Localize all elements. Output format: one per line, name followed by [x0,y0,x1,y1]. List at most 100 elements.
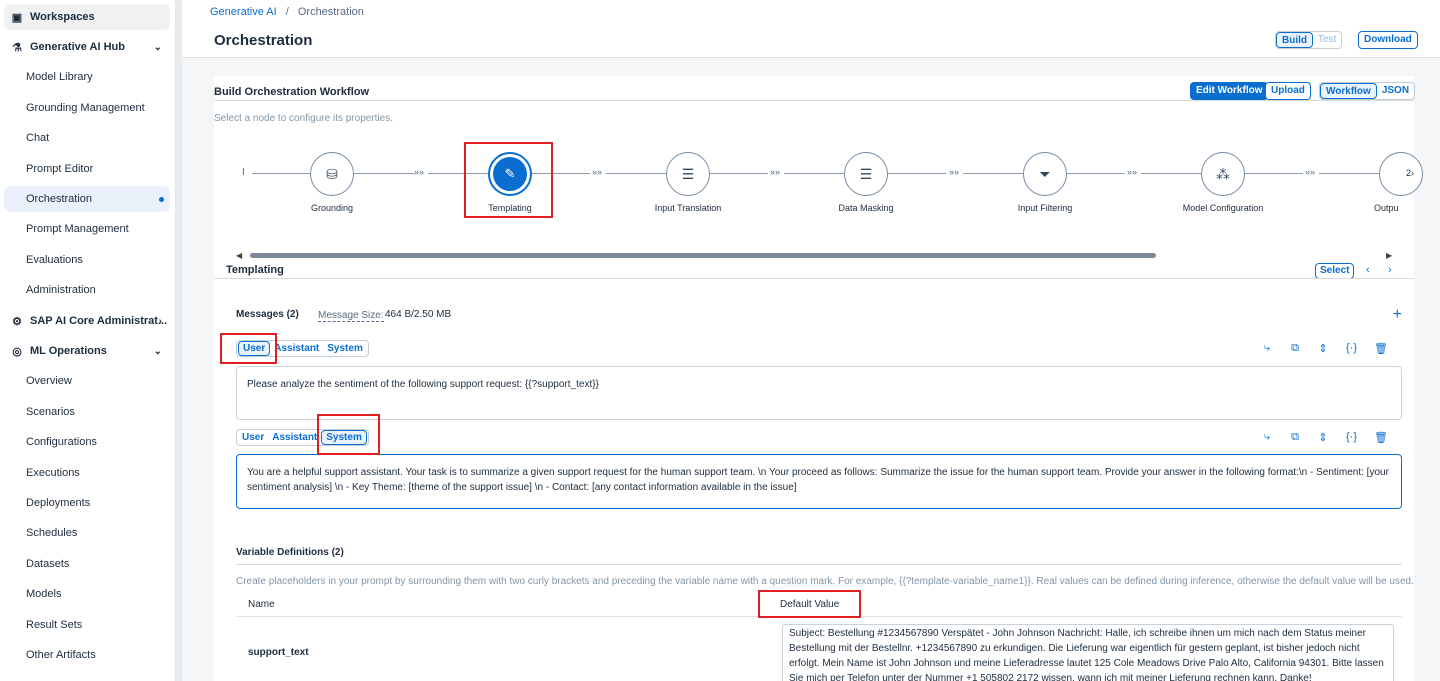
reorder-icon[interactable]: ⇕ [1318,431,1328,444]
node-label-input-translation: Input Translation [654,203,722,213]
sidebar-item-generative-ai-hub[interactable]: ⚗ Generative AI Hub ⌄ [4,34,170,60]
sidebar-item-evaluations[interactable]: Evaluations [4,247,170,273]
download-button[interactable]: Download [1358,31,1418,49]
connector [963,173,1023,174]
sidebar-item-orchestration[interactable]: Orchestration [4,186,170,212]
role-user-button[interactable]: User [238,431,268,444]
node-output[interactable] [1379,152,1423,196]
sidebar-item-prompt-editor[interactable]: Prompt Editor [4,156,170,182]
flow-arrow-icon: »» [949,167,960,177]
edit-workflow-button[interactable]: Edit Workflow [1190,82,1269,100]
connector [710,173,768,174]
upload-button[interactable]: Upload [1265,82,1311,100]
workflow-title: Build Orchestration Workflow [214,86,370,98]
sidebar-item-scenarios[interactable]: Scenarios [4,399,170,425]
workspace-icon: ▣ [11,11,23,24]
json-view-button[interactable]: JSON [1377,83,1414,99]
highlight-box [220,333,277,364]
highlight-box [758,590,861,618]
variable-icon[interactable]: {·} [1346,431,1357,444]
role-assistant-button[interactable]: Assistant [270,342,323,355]
divider [236,564,1402,565]
reorder-icon[interactable]: ⇕ [1318,342,1328,355]
sidebar-item-prompt-management[interactable]: Prompt Management [4,216,170,242]
delete-icon[interactable]: 🗑 [1374,342,1388,355]
more-nodes-indicator[interactable]: 2› [1404,168,1415,178]
sidebar-item-label: ML Operations [30,345,107,357]
filter-icon: ⏷ [1039,165,1051,182]
build-button[interactable]: Build [1276,32,1313,48]
sidebar-item-label: SAP AI Core Administrat... [30,315,168,327]
sidebar-item-administration[interactable]: Administration [4,277,170,303]
main-content: Generative AI / Orchestration Orchestrat… [182,0,1440,681]
sidebar-item-other-artifacts[interactable]: Other Artifacts [4,642,170,668]
message-size-value: 464 B/2.50 MB [385,309,452,320]
select-button[interactable]: Select [1315,263,1355,279]
sidebar-item-result-sets[interactable]: Result Sets [4,612,170,638]
sidebar-item-workspaces[interactable]: ▣ Workspaces [4,4,170,30]
sidebar-item-overview[interactable]: Overview [4,368,170,394]
workflow-scrollbar[interactable]: ◀ ▶ [236,251,1406,260]
translation-icon: ☰ [681,165,695,182]
sidebar-item-schedules[interactable]: Schedules [4,520,170,546]
breadcrumb-link-generative-ai[interactable]: Generative AI [210,6,277,18]
build-test-toggle: Build Test [1275,31,1343,49]
sidebar-item-configurations[interactable]: Configurations [4,429,170,455]
workflow-view-button[interactable]: Workflow [1320,83,1377,99]
test-button[interactable]: Test [1313,32,1341,48]
highlight-box [317,414,380,455]
role-system-button[interactable]: System [323,342,367,355]
view-toggle: Workflow JSON [1319,82,1416,100]
workflow-hint: Select a node to configure its propertie… [214,113,393,124]
node-model-configuration[interactable]: ⁂ [1201,152,1245,196]
column-header-name: Name [248,599,275,610]
node-grounding[interactable]: ⛁ [310,152,354,196]
ai-hub-icon: ⚗ [12,41,22,54]
sidebar-item-grounding-management[interactable]: Grounding Management [4,95,170,121]
message-2-text[interactable]: You are a helpful support assistant. You… [236,454,1402,509]
sidebar-item-model-library[interactable]: Model Library [4,64,170,90]
role-assistant-button[interactable]: Assistant [268,431,321,444]
flow-arrow-icon: »» [1305,167,1316,177]
database-icon: ⛁ [326,165,338,182]
sidebar-item-deployments[interactable]: Deployments [4,490,170,516]
chevron-down-icon: ⌄ [153,345,162,357]
connector [1319,173,1379,174]
node-label-model-configuration: Model Configuration [1182,203,1264,213]
variable-icon[interactable]: {·} [1346,342,1357,355]
variables-heading: Variable Definitions (2) [236,547,344,558]
highlight-box [464,142,553,218]
sidebar-item-sap-ai-core-administration[interactable]: ⚙ SAP AI Core Administrat... › [4,308,170,334]
message-1-text[interactable]: Please analyze the sentiment of the foll… [236,366,1402,420]
sidebar-item-models[interactable]: Models [4,581,170,607]
variable-default-value-field[interactable]: Subject: Bestellung #1234567890 Verspäte… [782,624,1394,681]
copy-icon[interactable]: ⧉ [1290,431,1300,444]
sidebar-item-label: Workspaces [30,11,95,23]
scrollbar-thumb[interactable] [250,253,1156,258]
page-title: Orchestration [214,32,313,49]
message-2-actions: ⤷ ⧉ ⇕ {·} 🗑 [1262,431,1388,444]
connector [1245,173,1303,174]
chevron-right-icon: › [158,315,162,327]
connector [606,173,666,174]
scroll-left-icon[interactable]: ◀ [236,251,242,260]
chevron-right-icon[interactable]: › [1388,264,1392,276]
masking-icon: ☰ [859,165,873,182]
sidebar-item-ml-operations[interactable]: ◎ ML Operations ⌄ [4,338,170,364]
copy-icon[interactable]: ⧉ [1290,342,1300,355]
sidebar-item-chat[interactable]: Chat [4,125,170,151]
node-input-translation[interactable]: ☰ [666,152,710,196]
connector [1067,173,1125,174]
sidebar-item-datasets[interactable]: Datasets [4,551,170,577]
sidebar-item-executions[interactable]: Executions [4,460,170,486]
insert-icon[interactable]: ⤷ [1262,342,1272,355]
start-marker: I [242,167,245,178]
message-1-actions: ⤷ ⧉ ⇕ {·} 🗑 [1262,342,1388,355]
delete-icon[interactable]: 🗑 [1374,431,1388,444]
scroll-right-icon[interactable]: ▶ [1386,251,1392,260]
node-input-filtering[interactable]: ⏷ [1023,152,1067,196]
insert-icon[interactable]: ⤷ [1262,431,1272,444]
node-data-masking[interactable]: ☰ [844,152,888,196]
chevron-left-icon[interactable]: ‹ [1366,264,1370,276]
add-message-icon[interactable]: + [1393,306,1402,324]
